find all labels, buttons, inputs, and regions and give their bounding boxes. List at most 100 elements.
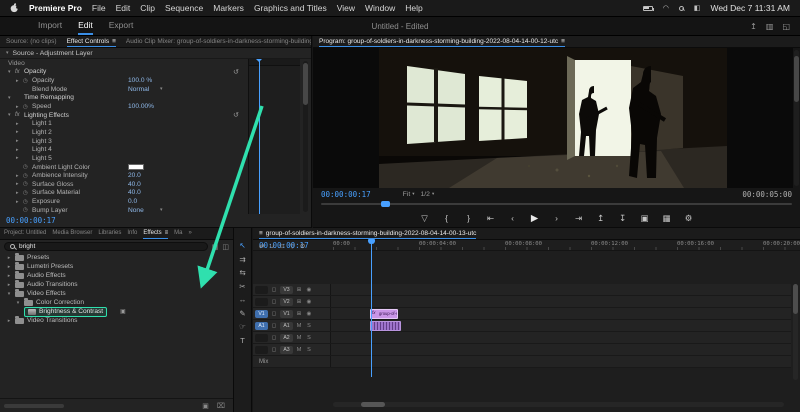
chevron-right-icon[interactable]: ▸ <box>6 318 12 324</box>
track-lane-v3[interactable] <box>331 284 791 295</box>
linked-selection-icon[interactable]: ⊙ <box>279 242 284 250</box>
chevron-down-icon[interactable]: ▾ <box>160 86 163 92</box>
timeline-settings-icon[interactable]: ⚙ <box>300 242 306 250</box>
razor-tool[interactable]: ✂ <box>239 282 245 291</box>
tab-export[interactable]: Export <box>109 17 134 35</box>
lock-icon[interactable]: ◻ <box>270 311 278 317</box>
play-button[interactable]: ▶ <box>529 213 541 224</box>
track-lane-mix[interactable] <box>331 356 791 367</box>
tab-sequence[interactable]: ≡ group-of-soldiers-in-darkness-storming… <box>259 228 477 239</box>
stopwatch-icon[interactable]: ◷ <box>23 207 32 213</box>
add-marker-button[interactable]: ▽ <box>419 213 431 224</box>
tab-effects[interactable]: Effects ≡ <box>143 228 169 239</box>
panel-menu-icon[interactable]: ≡ <box>165 230 169 236</box>
ec-param-surface-material[interactable]: ▸ ◷ Surface Material 40.0 <box>0 189 248 198</box>
program-scrubber[interactable] <box>313 200 800 208</box>
reset-effect-icon[interactable]: ↺ <box>233 68 239 76</box>
tree-folder-video-effects[interactable]: ▾ Video Effects <box>0 288 233 298</box>
type-tool[interactable]: T <box>240 336 245 345</box>
panel-menu-icon[interactable]: ≡ <box>561 38 565 45</box>
ec-param-ambience-intensity[interactable]: ▸ ◷ Ambience Intensity 20.0 <box>0 171 248 180</box>
ec-param-blend-mode[interactable]: Blend Mode Normal ▾ <box>0 85 248 94</box>
menu-clip[interactable]: Clip <box>140 3 155 13</box>
tree-folder-lumetri-presets[interactable]: ▸ Lumetri Presets <box>0 261 233 271</box>
ec-param-light-1[interactable]: ▸ Light 1 <box>0 119 248 128</box>
chevron-right-icon[interactable]: ▸ <box>16 181 23 187</box>
bump-layer-select[interactable]: None <box>128 207 144 214</box>
track-lane-a1[interactable] <box>331 320 791 331</box>
chevron-down-icon[interactable]: ▾ <box>160 207 163 213</box>
track-chip-a1[interactable]: A1 <box>280 321 293 330</box>
slip-tool[interactable]: ↔ <box>239 296 247 304</box>
tab-markers-truncated[interactable]: Ma <box>174 228 182 239</box>
source-patch-a1[interactable]: A1 <box>255 321 268 330</box>
reset-effect-icon[interactable]: ↺ <box>233 111 239 119</box>
quick-export-icon[interactable]: ↥ <box>750 22 757 31</box>
scrubber-track[interactable] <box>321 203 792 205</box>
tab-libraries[interactable]: Libraries <box>98 228 121 239</box>
selection-tool[interactable]: ↖ <box>239 242 245 250</box>
export-frame-button[interactable]: ▣ <box>639 213 651 224</box>
ec-param-ambient-light-color[interactable]: ◷ Ambient Light Color <box>0 163 248 172</box>
ec-param-bump-layer[interactable]: ◷ Bump Layer None ▾ <box>0 206 248 214</box>
lock-icon[interactable]: ◻ <box>270 299 278 305</box>
workspaces-icon[interactable]: ▥ <box>766 22 774 31</box>
source-patch-v1[interactable]: V1 <box>255 309 268 318</box>
ec-param-speed[interactable]: ▸ ◷ Speed 100.00% <box>0 102 248 111</box>
menu-edit[interactable]: Edit <box>116 3 131 13</box>
effect-item-brightness-contrast[interactable]: Brightness & Contrast ▣ <box>0 306 233 317</box>
chevron-right-icon[interactable]: ▸ <box>16 147 23 153</box>
panel-menu-icon[interactable]: ≡ <box>259 230 263 237</box>
chevron-right-icon[interactable]: ▸ <box>6 273 12 279</box>
scrubber-playhead[interactable] <box>381 201 391 207</box>
tree-folder-audio-transitions[interactable]: ▸ Audio Transitions <box>0 279 233 289</box>
settings-button[interactable]: ⚙ <box>683 213 695 224</box>
delete-icon[interactable]: ⌧ <box>217 402 225 410</box>
chevron-down-icon[interactable]: ▾ <box>6 50 9 56</box>
stopwatch-icon[interactable]: ◷ <box>23 181 32 187</box>
toggle-track-output-icon[interactable]: ◉ <box>305 311 313 317</box>
timeline-horizontal-scrollbar[interactable] <box>333 402 784 407</box>
mark-out-button[interactable]: } <box>463 213 475 223</box>
fx-badge-icon[interactable]: fx <box>15 69 24 75</box>
blend-mode-select[interactable]: Normal <box>128 86 149 93</box>
color-swatch[interactable] <box>128 164 144 170</box>
param-value[interactable]: 100.0 % <box>128 77 152 84</box>
tab-audio-clip-mixer[interactable]: Audio Clip Mixer: group-of-soldiers-in-d… <box>126 36 311 47</box>
track-lane-a2[interactable] <box>331 332 791 343</box>
effects-search-input[interactable]: bright <box>4 242 208 251</box>
chevron-right-icon[interactable]: ▸ <box>16 199 23 205</box>
param-value[interactable]: 40.0 <box>128 181 141 188</box>
chevron-right-icon[interactable]: ▸ <box>6 282 12 288</box>
menu-window[interactable]: Window <box>365 3 395 13</box>
ec-param-light-5[interactable]: ▸ Light 5 <box>0 154 248 163</box>
battery-icon[interactable] <box>642 5 655 11</box>
accelerated-effects-filter-icon[interactable]: ▦ <box>212 243 219 251</box>
tab-import[interactable]: Import <box>38 17 62 35</box>
insert-overwrite-toggle-icon[interactable]: ⇄ <box>259 242 264 250</box>
stopwatch-icon[interactable]: ◷ <box>23 104 32 110</box>
tree-folder-color-correction[interactable]: ▾ Color Correction <box>0 297 233 307</box>
chevron-down-icon[interactable]: ▾ <box>15 300 21 306</box>
timeline-vertical-scrollbar[interactable] <box>793 284 798 380</box>
menu-markers[interactable]: Markers <box>213 3 244 13</box>
tab-overflow-chevron[interactable]: » <box>189 228 192 239</box>
chevron-right-icon[interactable]: ▸ <box>16 190 23 196</box>
sync-lock-icon[interactable]: ⊞ <box>295 311 303 317</box>
param-value[interactable]: 20.0 <box>128 172 141 179</box>
ec-effect-time-remapping[interactable]: ▾ Time Remapping <box>0 94 248 103</box>
zoom-fit-select[interactable]: Fit ▾ <box>403 191 415 198</box>
track-chip-v2[interactable]: V2 <box>280 297 293 306</box>
audio-clip[interactable] <box>370 320 401 331</box>
add-marker-icon[interactable]: ▽ <box>290 242 295 250</box>
extract-button[interactable]: ↧ <box>617 213 629 224</box>
lock-icon[interactable]: ◻ <box>270 335 278 341</box>
mark-in-button[interactable]: { <box>441 213 453 223</box>
mute-track-icon[interactable]: M <box>295 347 303 353</box>
solo-track-icon[interactable]: S <box>305 335 313 341</box>
go-to-in-button[interactable]: ⇤ <box>485 213 497 224</box>
sync-lock-icon[interactable]: ⊞ <box>295 287 303 293</box>
video-clip[interactable]: fx group-of-soldiers-in-darkness-stormin… <box>370 308 398 319</box>
source-patch[interactable] <box>255 333 268 342</box>
menu-view[interactable]: View <box>337 3 355 13</box>
